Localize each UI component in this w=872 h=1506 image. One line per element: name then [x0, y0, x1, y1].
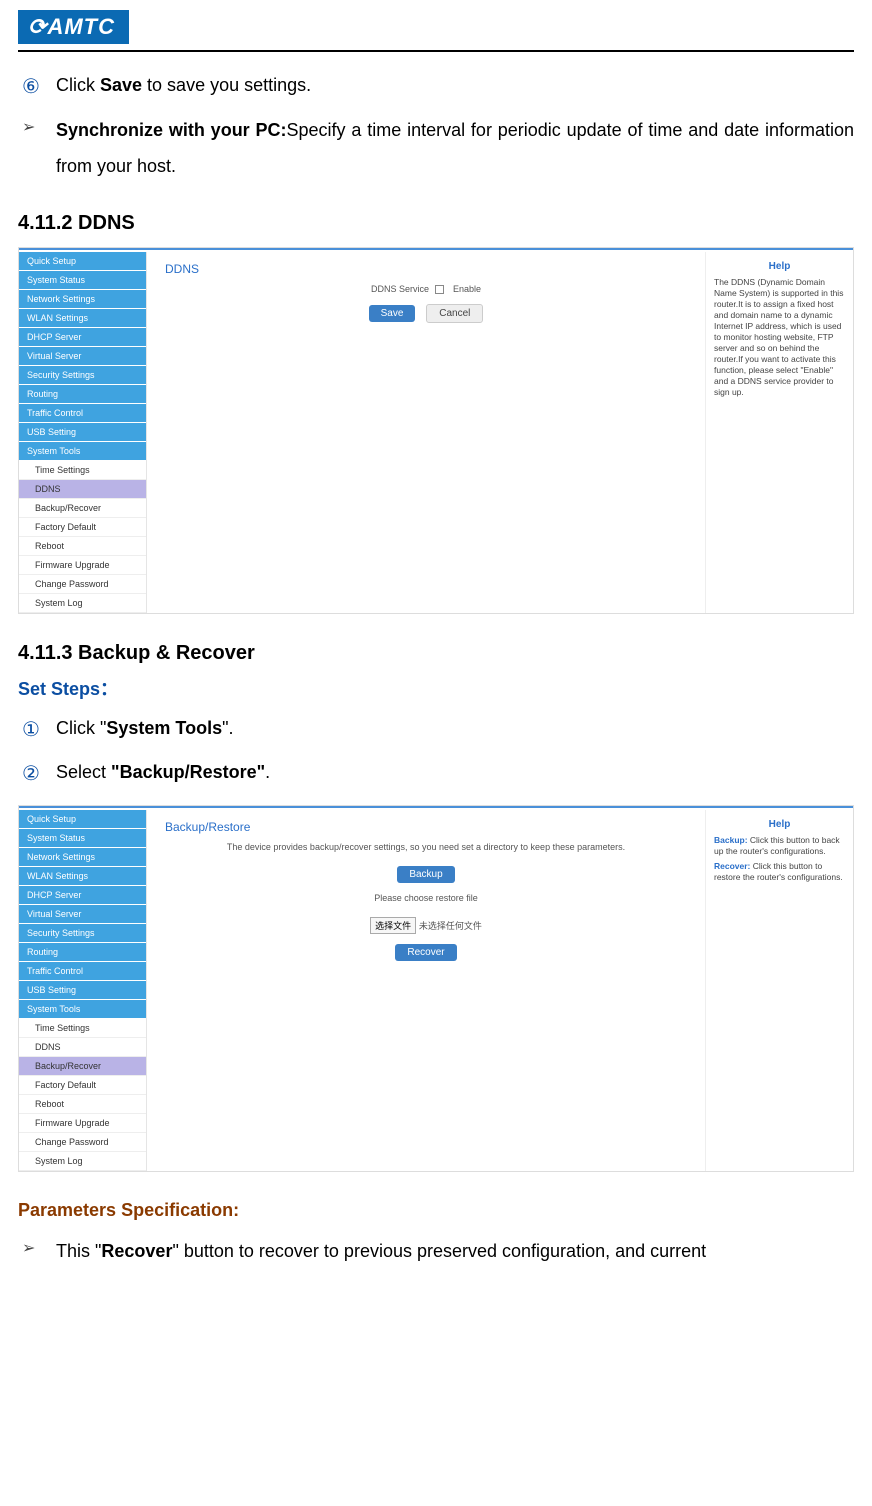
sidebar-item[interactable]: USB Setting	[19, 423, 146, 442]
step-2: ② Select "Backup/Restore".	[22, 755, 854, 793]
backup-button[interactable]: Backup	[397, 866, 454, 883]
sidebar-sub-item[interactable]: Change Password	[19, 1133, 146, 1152]
brand-logo: ⟳AMTC	[18, 10, 129, 44]
set-steps-label: Set Steps：	[18, 675, 854, 701]
triangle-bullet-icon: ➢	[22, 1233, 44, 1269]
backup-screenshot: Quick Setup System Status Network Settin…	[18, 805, 854, 1172]
recover-text: This "Recover" button to recover to prev…	[56, 1233, 706, 1269]
sync-bullet: ➢ Synchronize with your PC:Specify a tim…	[22, 112, 854, 184]
help-backup-line: Backup: Click this button to back up the…	[714, 835, 845, 857]
ddns-help-panel: Help The DDNS (Dynamic Domain Name Syste…	[705, 252, 853, 613]
parameters-spec-heading: Parameters Specification:	[18, 1200, 854, 1221]
ddns-screenshot: Quick Setup System Status Network Settin…	[18, 247, 854, 614]
ddns-main-panel: DDNS DDNS Service Enable Save Cancel	[147, 252, 705, 613]
sidebar-sub-item[interactable]: Backup/Recover	[19, 499, 146, 518]
sidebar-item[interactable]: Virtual Server	[19, 905, 146, 924]
help-recover-line: Recover: Click this button to restore th…	[714, 861, 845, 883]
cancel-button[interactable]: Cancel	[426, 304, 483, 323]
sidebar-sub-item[interactable]: Firmware Upgrade	[19, 556, 146, 575]
sidebar-item[interactable]: System Tools	[19, 1000, 146, 1019]
sidebar-item[interactable]: Network Settings	[19, 848, 146, 867]
sidebar-sub-item[interactable]: Change Password	[19, 575, 146, 594]
panel-desc: The device provides backup/recover setti…	[165, 842, 687, 852]
sidebar-item[interactable]: Security Settings	[19, 924, 146, 943]
sidebar-item[interactable]: Network Settings	[19, 290, 146, 309]
backup-sidebar: Quick Setup System Status Network Settin…	[19, 810, 147, 1171]
sidebar-item[interactable]: WLAN Settings	[19, 309, 146, 328]
sidebar-sub-item[interactable]: Factory Default	[19, 518, 146, 537]
sidebar-sub-item[interactable]: Firmware Upgrade	[19, 1114, 146, 1133]
brand-text: AMTC	[47, 14, 115, 39]
sidebar-item[interactable]: Quick Setup	[19, 252, 146, 271]
sidebar-sub-item-selected[interactable]: Backup/Recover	[19, 1057, 146, 1076]
sidebar-item[interactable]: Routing	[19, 385, 146, 404]
sidebar-item[interactable]: Quick Setup	[19, 810, 146, 829]
sidebar-sub-item-selected[interactable]: DDNS	[19, 480, 146, 499]
sidebar-sub-item[interactable]: Reboot	[19, 537, 146, 556]
sidebar-item[interactable]: DHCP Server	[19, 328, 146, 347]
backup-help-panel: Help Backup: Click this button to back u…	[705, 810, 853, 1171]
choose-file-button[interactable]: 选择文件	[370, 917, 416, 934]
step-6: ⑥ Click Save to save you settings.	[22, 68, 854, 106]
sidebar-sub-item[interactable]: System Log	[19, 594, 146, 613]
sidebar-item[interactable]: System Status	[19, 271, 146, 290]
step-2-text: Select "Backup/Restore".	[56, 755, 270, 793]
recover-button[interactable]: Recover	[395, 944, 456, 961]
heading-ddns: 4.11.2 DDNS	[18, 212, 854, 235]
sidebar-item[interactable]: Traffic Control	[19, 962, 146, 981]
save-button[interactable]: Save	[369, 305, 416, 322]
recover-bullet: ➢ This "Recover" button to recover to pr…	[22, 1233, 854, 1269]
panel-title: Backup/Restore	[165, 820, 687, 834]
restore-label: Please choose restore file	[165, 893, 687, 903]
file-chooser-row: 选择文件 未选择任何文件	[165, 917, 687, 934]
enable-label: Enable	[453, 284, 481, 294]
sidebar-item[interactable]: Security Settings	[19, 366, 146, 385]
triangle-bullet-icon: ➢	[22, 112, 44, 184]
backup-main-panel: Backup/Restore The device provides backu…	[147, 810, 705, 1171]
header-bar: ⟳AMTC	[18, 0, 854, 52]
step-1-text: Click "System Tools".	[56, 711, 233, 749]
sync-text: Synchronize with your PC:Specify a time …	[56, 112, 854, 184]
sidebar-sub-item[interactable]: Time Settings	[19, 1019, 146, 1038]
panel-title: DDNS	[165, 262, 687, 276]
enable-checkbox[interactable]	[435, 285, 444, 294]
sidebar-sub-item[interactable]: Factory Default	[19, 1076, 146, 1095]
ddns-service-label: DDNS Service	[371, 284, 429, 294]
sidebar-sub-item[interactable]: Time Settings	[19, 461, 146, 480]
sidebar-item[interactable]: Traffic Control	[19, 404, 146, 423]
ddns-service-row: DDNS Service Enable	[165, 284, 687, 294]
circle-2-icon: ②	[22, 755, 44, 793]
sidebar-item[interactable]: Virtual Server	[19, 347, 146, 366]
circle-1-icon: ①	[22, 711, 44, 749]
ddns-sidebar: Quick Setup System Status Network Settin…	[19, 252, 147, 613]
no-file-label: 未选择任何文件	[419, 921, 482, 931]
sidebar-sub-item[interactable]: Reboot	[19, 1095, 146, 1114]
power-icon: ⟳	[28, 14, 47, 40]
help-title: Help	[714, 818, 845, 831]
step-6-text: Click Save to save you settings.	[56, 68, 311, 106]
help-text: The DDNS (Dynamic Domain Name System) is…	[714, 277, 845, 399]
help-title: Help	[714, 260, 845, 273]
sidebar-item[interactable]: System Status	[19, 829, 146, 848]
sidebar-item[interactable]: DHCP Server	[19, 886, 146, 905]
step-1: ① Click "System Tools".	[22, 711, 854, 749]
sidebar-item[interactable]: Routing	[19, 943, 146, 962]
sidebar-item[interactable]: USB Setting	[19, 981, 146, 1000]
sidebar-item[interactable]: System Tools	[19, 442, 146, 461]
sidebar-sub-item[interactable]: DDNS	[19, 1038, 146, 1057]
sidebar-sub-item[interactable]: System Log	[19, 1152, 146, 1171]
sidebar-item[interactable]: WLAN Settings	[19, 867, 146, 886]
circle-6-icon: ⑥	[22, 68, 44, 106]
heading-backup: 4.11.3 Backup & Recover	[18, 642, 854, 665]
